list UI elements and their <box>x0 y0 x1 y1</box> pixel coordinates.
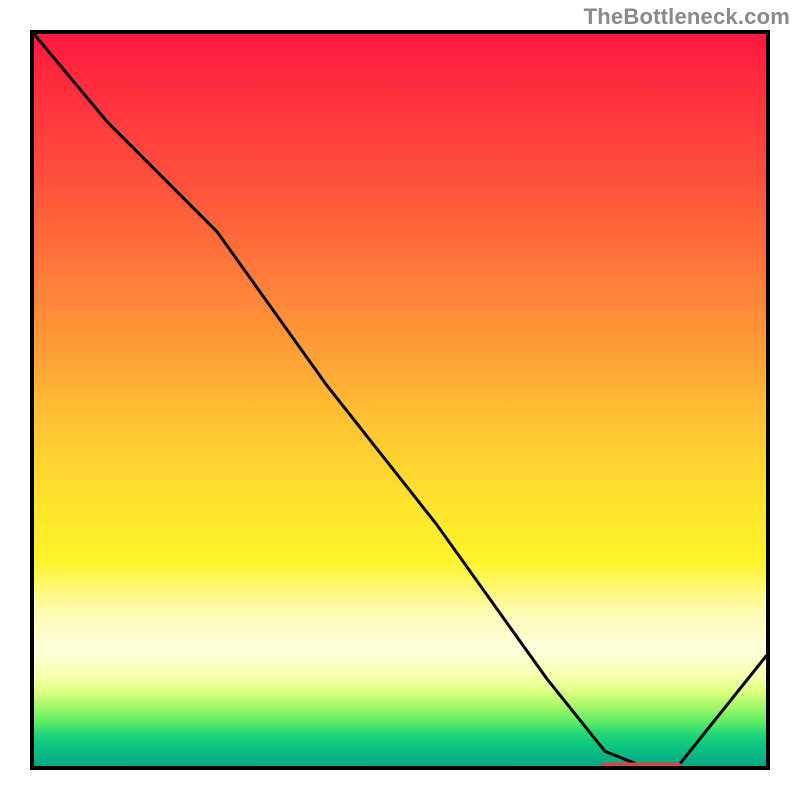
chart-root: TheBottleneck.com <box>0 0 800 800</box>
watermark-text: TheBottleneck.com <box>584 4 790 30</box>
gradient-background <box>34 34 766 766</box>
plot-frame <box>30 30 770 770</box>
